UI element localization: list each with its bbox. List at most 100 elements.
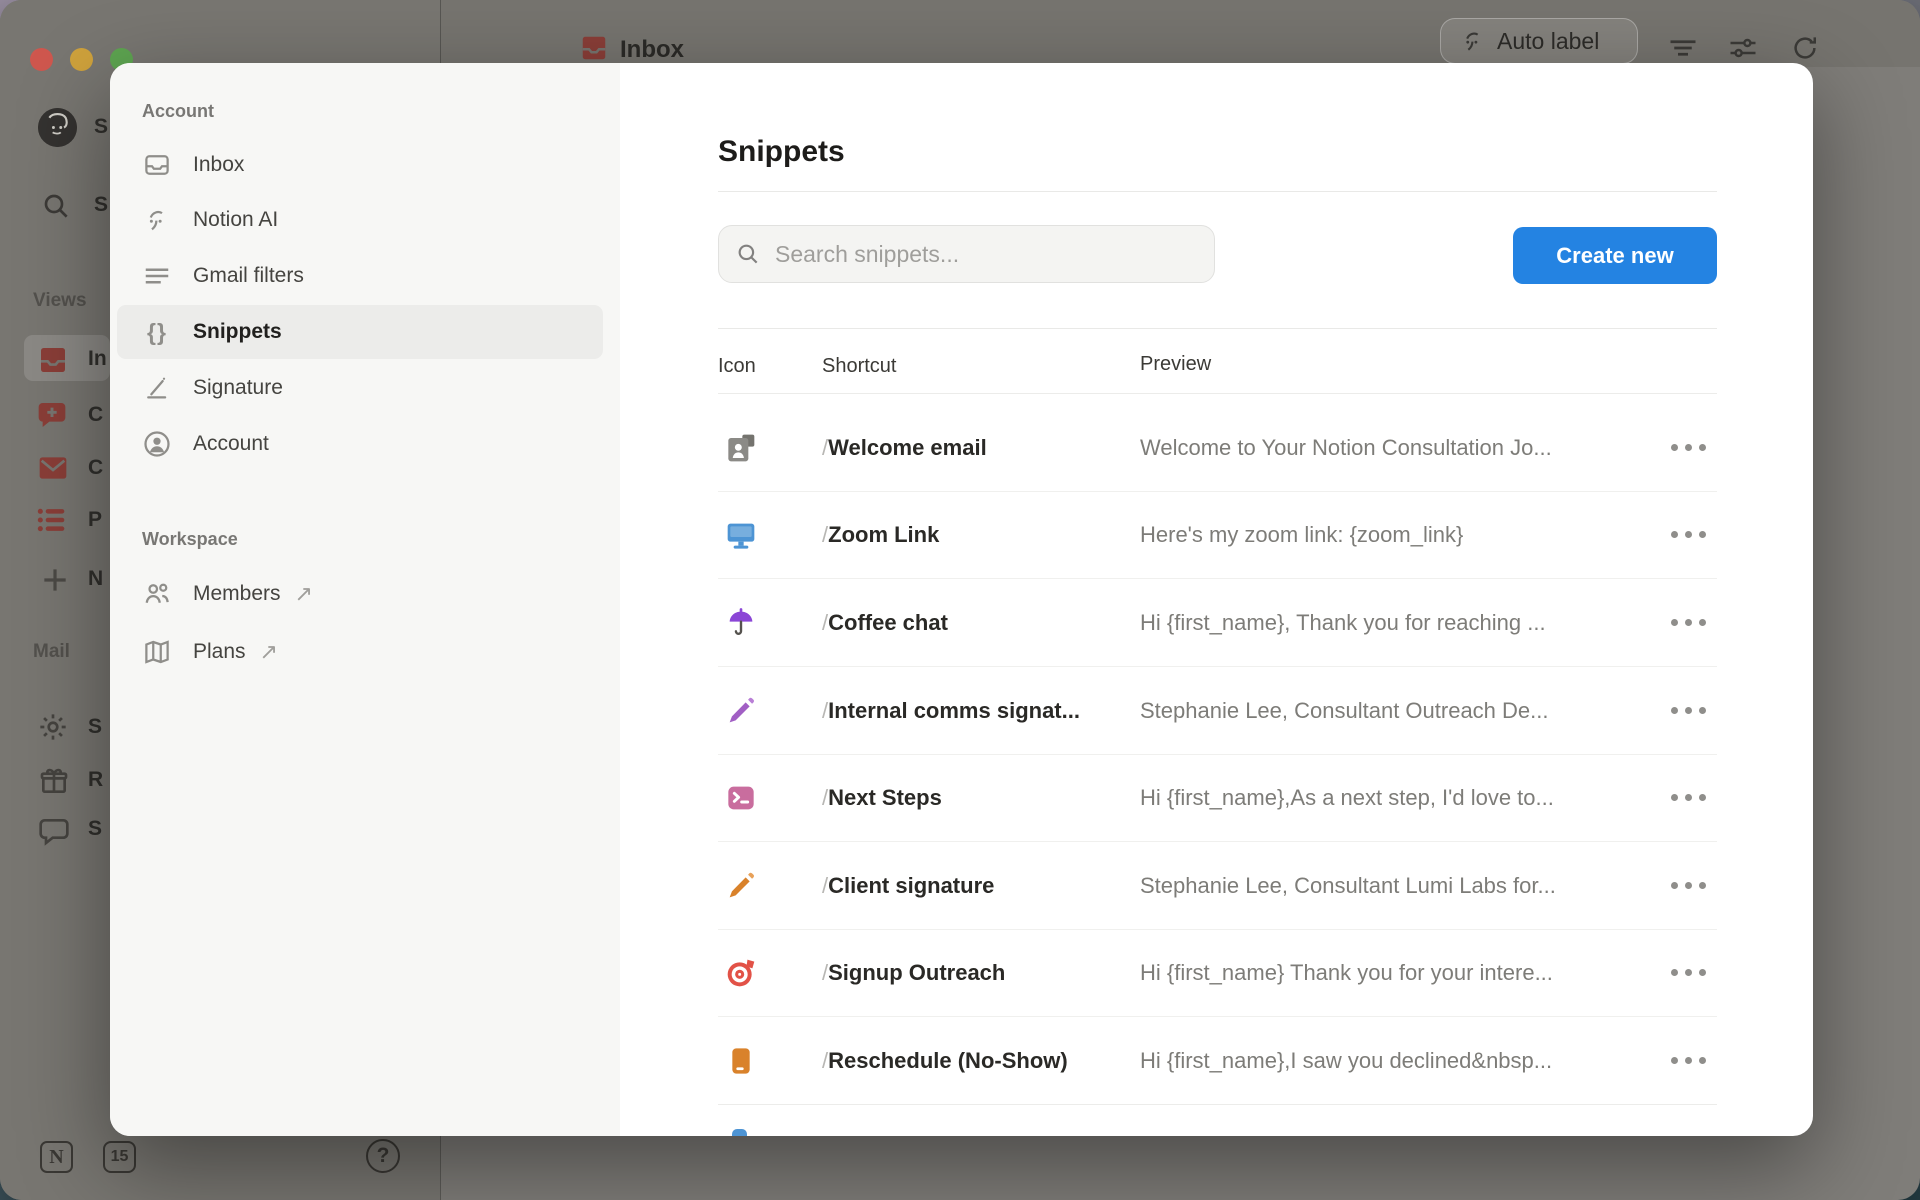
notion-ai-icon — [1459, 27, 1487, 55]
snippet-preview: Hi {first_name},As a next step, I'd love… — [1140, 785, 1554, 811]
title-divider — [718, 191, 1717, 192]
column-header-preview: Preview — [1140, 353, 1211, 376]
new-view-label[interactable]: N — [88, 567, 103, 591]
nav-item-members[interactable]: Members ↗ — [117, 567, 603, 621]
row-menu-button[interactable] — [1662, 603, 1714, 643]
nav-label: Snippets — [193, 320, 282, 344]
app-window: S S Views In C C P N Mail S R S N 15 ? I… — [0, 0, 1920, 1200]
gift-icon[interactable] — [38, 765, 70, 797]
snippet-preview: Stephanie Lee, Consultant Lumi Labs for.… — [1140, 873, 1556, 899]
nav-item-plans[interactable]: Plans ↗ — [117, 625, 603, 679]
calendar-icon[interactable]: 15 — [103, 1141, 136, 1173]
snippet-preview: Hi {first_name}, Thank you for reaching … — [1140, 610, 1546, 636]
row-menu-button[interactable] — [1662, 953, 1714, 993]
row-menu-button[interactable] — [1662, 515, 1714, 555]
filter-sliders-icon[interactable] — [1728, 33, 1758, 63]
snippet-row[interactable]: /Client signature Stephanie Lee, Consult… — [718, 842, 1717, 930]
pipeline-view-label[interactable]: P — [88, 508, 102, 532]
settings-modal: Account Inbox Notion AI Gmail filters — [110, 63, 1813, 1136]
snippet-search[interactable] — [718, 225, 1215, 283]
nav-item-account[interactable]: Account — [117, 417, 603, 471]
next-row-icon-peek — [732, 1129, 747, 1136]
nav-item-notion-ai[interactable]: Notion AI — [117, 193, 603, 247]
contacts-view-label[interactable]: C — [88, 403, 103, 427]
snippet-row[interactable]: /Signup Outreach Hi {first_name} Thank y… — [718, 929, 1717, 1017]
avatar[interactable] — [38, 108, 77, 147]
minimize-window-button[interactable] — [70, 48, 93, 71]
nav-item-signature[interactable]: Signature — [117, 361, 603, 415]
row-menu-button[interactable] — [1662, 866, 1714, 906]
nav-item-gmail-filters[interactable]: Gmail filters — [117, 249, 603, 303]
column-header-icon: Icon — [718, 355, 756, 378]
create-new-button[interactable]: Create new — [1513, 227, 1717, 284]
inbox-view-icon[interactable] — [37, 344, 69, 376]
monitor-icon — [725, 519, 757, 551]
inbox-view-label[interactable]: In — [88, 347, 107, 371]
campaigns-view-icon[interactable] — [37, 452, 69, 484]
snippet-preview: Hi {first_name} Thank you for your inter… — [1140, 960, 1553, 986]
nav-label: Signature — [193, 376, 283, 400]
terminal-icon — [725, 782, 757, 814]
snippet-preview: Stephanie Lee, Consultant Outreach De... — [1140, 698, 1548, 724]
signature-pen-icon — [142, 373, 172, 403]
row-menu-button[interactable] — [1662, 778, 1714, 818]
snippet-row[interactable]: /Zoom Link Here's my zoom link: {zoom_li… — [718, 491, 1717, 579]
inbox-tab-icon — [579, 33, 609, 63]
snippets-title: Snippets — [718, 135, 845, 169]
workspace-section-header: Workspace — [142, 529, 238, 550]
target-icon — [725, 957, 757, 989]
filter-lines-icon — [142, 261, 172, 291]
nav-label: Plans — [193, 640, 246, 664]
search-input[interactable] — [773, 240, 1177, 269]
nav-item-snippets[interactable]: {} Snippets — [117, 305, 603, 359]
new-view-plus-icon[interactable] — [39, 564, 71, 596]
row-menu-button[interactable] — [1662, 691, 1714, 731]
pipeline-view-icon[interactable] — [35, 504, 67, 536]
search-label[interactable]: S — [94, 193, 108, 217]
sort-lines-icon[interactable] — [1668, 33, 1698, 63]
external-link-icon: ↗ — [295, 581, 313, 607]
inbox-tray-icon — [142, 150, 172, 180]
snippet-row[interactable]: /Reschedule (No-Show) Hi {first_name},I … — [718, 1017, 1717, 1105]
row-menu-button[interactable] — [1662, 1041, 1714, 1081]
settings-gear-icon[interactable] — [37, 711, 69, 743]
snippet-row[interactable]: /Coffee chat Hi {first_name}, Thank you … — [718, 579, 1717, 667]
person-circle-icon — [142, 429, 172, 459]
profile-name-label[interactable]: S — [94, 115, 108, 139]
notion-ai-icon — [142, 205, 172, 235]
book-icon — [725, 1045, 757, 1077]
help-button[interactable]: ? — [366, 1139, 400, 1173]
snippet-row[interactable]: /Next Steps Hi {first_name},As a next st… — [718, 754, 1717, 842]
snippet-preview: Hi {first_name},I saw you declined&nbsp.… — [1140, 1048, 1552, 1074]
campaigns-view-label[interactable]: C — [88, 456, 103, 480]
nav-label: Gmail filters — [193, 264, 304, 288]
umbrella-icon — [725, 607, 757, 639]
braces-icon: {} — [142, 317, 172, 347]
auto-label-button[interactable]: Auto label — [1440, 18, 1638, 64]
rewards-label[interactable]: R — [88, 768, 103, 792]
search-icon[interactable] — [40, 190, 72, 222]
close-window-button[interactable] — [30, 48, 53, 71]
orange-pencil-icon — [725, 870, 757, 902]
violet-pen-icon — [725, 695, 757, 727]
mail-header: Mail — [33, 641, 70, 663]
row-menu-button[interactable] — [1662, 428, 1714, 468]
snippet-preview: Welcome to Your Notion Consultation Jo..… — [1140, 435, 1552, 461]
toolbar-divider — [718, 328, 1717, 329]
snippet-row[interactable]: /Welcome email Welcome to Your Notion Co… — [718, 404, 1717, 492]
settings-label[interactable]: S — [88, 715, 102, 739]
snippet-row[interactable]: /Internal comms signat... Stephanie Lee,… — [718, 667, 1717, 755]
contacts-view-icon[interactable] — [36, 399, 68, 431]
notion-logo[interactable]: N — [40, 1141, 73, 1173]
column-header-shortcut: Shortcut — [822, 355, 896, 378]
page-title: Inbox — [620, 36, 684, 64]
settings-nav: Account Inbox Notion AI Gmail filters — [110, 63, 620, 1136]
nav-label: Notion AI — [193, 208, 278, 232]
chat-bubble-icon[interactable] — [38, 815, 70, 847]
account-section-header: Account — [142, 101, 214, 122]
nav-label: Members — [193, 582, 281, 606]
support-label[interactable]: S — [88, 817, 102, 841]
search-icon — [735, 241, 761, 267]
nav-item-inbox[interactable]: Inbox — [117, 138, 603, 192]
refresh-icon[interactable] — [1790, 33, 1820, 63]
